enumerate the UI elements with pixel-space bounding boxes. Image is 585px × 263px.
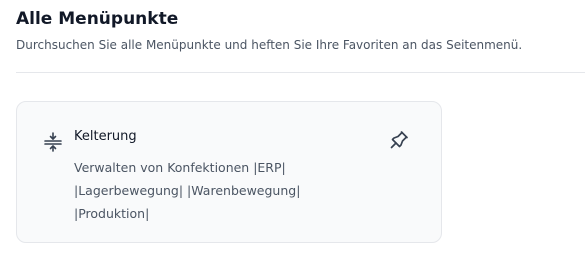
page-title: Alle Menüpunkte — [16, 9, 179, 29]
description-line: |Produktion| — [74, 206, 150, 221]
description-line: |Lagerbewegung| |Warenbewegung| — [74, 183, 301, 198]
all-menu-items-page: Alle Menüpunkte Durchsuchen Sie alle Men… — [0, 0, 585, 263]
page-subtitle: Durchsuchen Sie alle Menüpunkte und heft… — [16, 38, 523, 52]
pin-icon[interactable] — [387, 128, 411, 152]
description-line: Verwalten von Konfektionen |ERP| — [74, 160, 286, 175]
menu-item-description: Verwalten von Konfektionen |ERP| |Lagerb… — [74, 156, 374, 225]
compress-vertical-icon — [43, 132, 63, 152]
menu-item-title: Kelterung — [74, 129, 137, 144]
divider — [16, 72, 585, 73]
menu-item-card-kelterung[interactable]: Kelterung Verwalten von Konfektionen |ER… — [16, 101, 442, 243]
